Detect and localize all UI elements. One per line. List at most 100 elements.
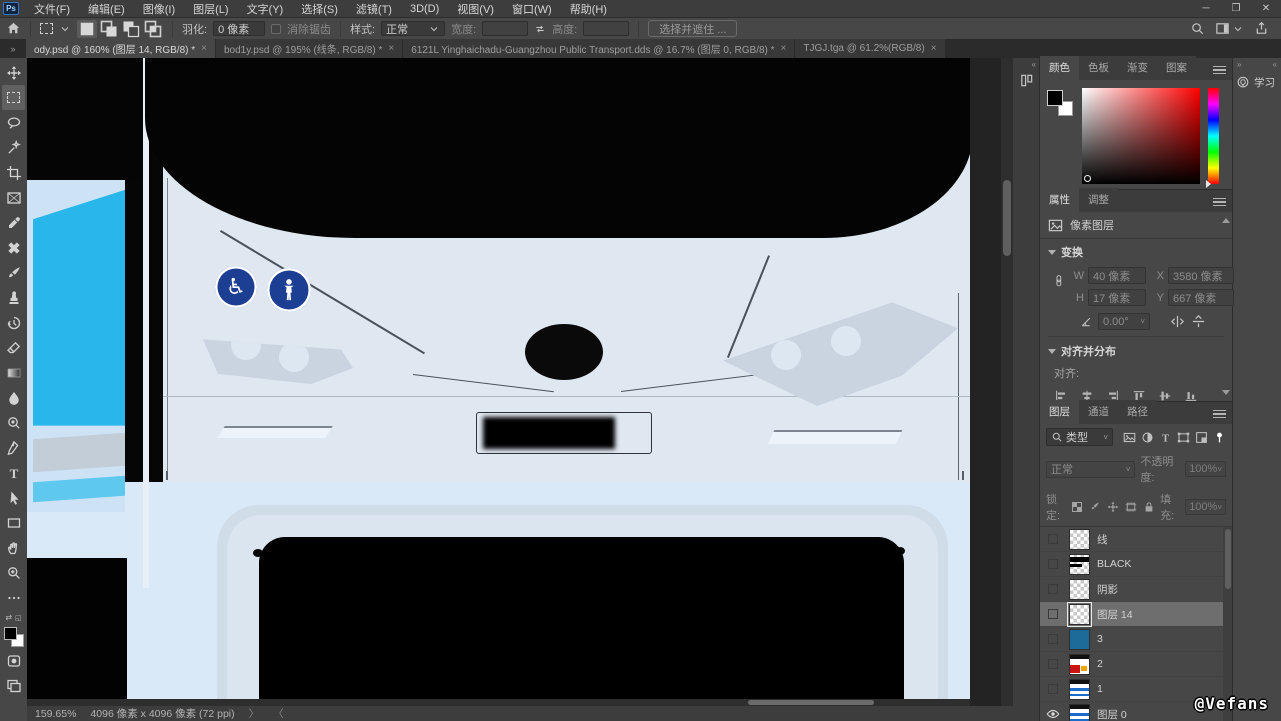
horizontal-scrollbar[interactable]	[27, 699, 970, 706]
menu-item-7[interactable]: 3D(D)	[401, 0, 448, 17]
canvas[interactable]: ♿	[27, 58, 1001, 706]
intersect-selection-icon[interactable]	[143, 20, 163, 38]
move-tool[interactable]	[2, 60, 25, 85]
layer-thumbnail[interactable]	[1069, 554, 1090, 575]
foreground-color-swatch[interactable]	[4, 627, 17, 640]
filter-toggle-icon[interactable]	[1213, 431, 1226, 444]
visibility-toggle[interactable]	[1044, 609, 1062, 619]
filter-adjustment-layers-icon[interactable]	[1141, 431, 1154, 444]
layers-tab-通道[interactable]: 通道	[1079, 400, 1118, 424]
layers-scrollbar[interactable]	[1223, 527, 1232, 721]
default-colors-icon[interactable]: ◱	[15, 614, 22, 622]
layer-thumbnail[interactable]	[1069, 704, 1090, 721]
panel-menu-icon[interactable]	[1213, 66, 1226, 75]
menu-item-2[interactable]: 图像(I)	[134, 0, 184, 17]
layer-thumbnail[interactable]	[1069, 679, 1090, 700]
layers-tab-图层[interactable]: 图层	[1040, 400, 1079, 424]
learn-panel-button[interactable]: 学习	[1233, 71, 1281, 94]
visibility-eye-icon[interactable]	[1044, 707, 1062, 721]
panel-menu-icon[interactable]	[1213, 198, 1226, 207]
crop-tool[interactable]	[2, 160, 25, 185]
hue-slider-marker[interactable]	[1206, 180, 1211, 188]
align-section-header[interactable]: 对齐并分布	[1048, 343, 1224, 359]
swap-colors-icon[interactable]: ⇄	[5, 613, 12, 622]
transform-section-header[interactable]: 变换	[1048, 244, 1224, 260]
quick-mask-button[interactable]	[2, 648, 25, 673]
lock-pixels-icon[interactable]	[1089, 501, 1101, 513]
subtract-selection-icon[interactable]	[121, 20, 141, 38]
restore-button[interactable]: ❐	[1221, 0, 1251, 17]
layer-row-线[interactable]: 线	[1040, 527, 1232, 552]
hand-tool[interactable]	[2, 535, 25, 560]
zoom-level-field[interactable]: 159.65%	[35, 708, 76, 720]
menu-item-6[interactable]: 滤镜(T)	[347, 0, 401, 17]
home-icon[interactable]	[6, 21, 21, 36]
brush-tool[interactable]	[2, 260, 25, 285]
document-tab-0[interactable]: ody.psd @ 160% (图层 14, RGB/8) *×	[26, 39, 216, 58]
layer-row-2[interactable]: 2	[1040, 652, 1232, 677]
close-button[interactable]: ✕	[1251, 0, 1281, 17]
pen-tool[interactable]	[2, 435, 25, 460]
history-brush-tool[interactable]	[2, 310, 25, 335]
layers-tab-路径[interactable]: 路径	[1118, 400, 1157, 424]
healing-brush-tool[interactable]	[2, 235, 25, 260]
toolbar-color-swatches[interactable]	[3, 626, 25, 648]
eyedropper-tool[interactable]	[2, 210, 25, 235]
tab-close-icon[interactable]: ×	[781, 43, 787, 54]
menu-item-9[interactable]: 窗口(W)	[503, 0, 561, 17]
properties-tab-调整[interactable]: 调整	[1079, 188, 1118, 212]
layer-row-3[interactable]: 3	[1040, 627, 1232, 652]
blur-tool[interactable]	[2, 385, 25, 410]
menu-item-0[interactable]: 文件(F)	[25, 0, 79, 17]
marquee-tool-preset-icon[interactable]	[40, 23, 53, 34]
eraser-tool[interactable]	[2, 335, 25, 360]
style-select[interactable]: 正常	[381, 21, 445, 36]
dodge-tool[interactable]	[2, 410, 25, 435]
visibility-toggle[interactable]	[1044, 684, 1062, 694]
share-icon[interactable]	[1254, 21, 1269, 36]
color-tab-颜色[interactable]: 颜色	[1040, 56, 1079, 80]
color-tab-渐变[interactable]: 渐变	[1118, 56, 1157, 80]
screen-mode-button[interactable]	[2, 673, 25, 698]
menu-item-4[interactable]: 文字(Y)	[238, 0, 293, 17]
angle-field[interactable]: 0.00°˅	[1098, 313, 1150, 330]
collapse-chevron-icon[interactable]: «	[1273, 60, 1277, 69]
vertical-scrollbar[interactable]	[1001, 58, 1013, 706]
lock-transparency-icon[interactable]	[1071, 501, 1083, 513]
status-arrow-icon[interactable]: 〉	[249, 706, 260, 721]
fill-field[interactable]: 100%˅	[1185, 499, 1226, 515]
rect-marquee-tool[interactable]	[2, 85, 25, 110]
chevron-down-icon[interactable]	[1232, 23, 1244, 35]
menu-item-5[interactable]: 选择(S)	[292, 0, 347, 17]
filter-shape-layers-icon[interactable]	[1177, 431, 1190, 444]
lock-all-icon[interactable]	[1143, 501, 1155, 513]
collapsed-panels-icon[interactable]	[1019, 73, 1034, 88]
layer-thumbnail[interactable]	[1069, 654, 1090, 675]
frame-tool[interactable]	[2, 185, 25, 210]
new-selection-icon[interactable]	[77, 20, 97, 38]
visibility-toggle[interactable]	[1044, 534, 1062, 544]
tab-close-icon[interactable]: ×	[388, 43, 394, 54]
path-select-tool[interactable]	[2, 485, 25, 510]
document-tab-2[interactable]: 6121L Yinghaichadu-Guangzhou Public Tran…	[403, 39, 795, 58]
expand-chevron-icon[interactable]: »	[1237, 60, 1241, 69]
lock-position-icon[interactable]	[1107, 501, 1119, 513]
color-cursor[interactable]	[1084, 175, 1091, 182]
tab-close-icon[interactable]: ×	[931, 43, 937, 54]
layer-row-图层 14[interactable]: 图层 14	[1040, 602, 1232, 627]
visibility-toggle[interactable]	[1044, 559, 1062, 569]
tab-overflow-icon[interactable]: »	[0, 39, 26, 58]
antialias-checkbox[interactable]	[271, 24, 281, 34]
layer-thumbnail[interactable]	[1069, 604, 1090, 625]
flip-horizontal-icon[interactable]	[1170, 314, 1185, 329]
visibility-toggle[interactable]	[1044, 584, 1062, 594]
panel-scrollbar[interactable]	[1222, 218, 1230, 395]
color-tab-色板[interactable]: 色板	[1079, 56, 1118, 80]
collapse-chevron-icon[interactable]: «	[1032, 60, 1036, 69]
document-tab-1[interactable]: bod1y.psd @ 195% (线条, RGB/8) *×	[216, 39, 403, 58]
blend-mode-select[interactable]: 正常˅	[1046, 461, 1135, 478]
flip-vertical-icon[interactable]	[1191, 314, 1206, 329]
lasso-tool[interactable]	[2, 110, 25, 135]
type-tool[interactable]: T	[2, 460, 25, 485]
layer-row-阴影[interactable]: 阴影	[1040, 577, 1232, 602]
